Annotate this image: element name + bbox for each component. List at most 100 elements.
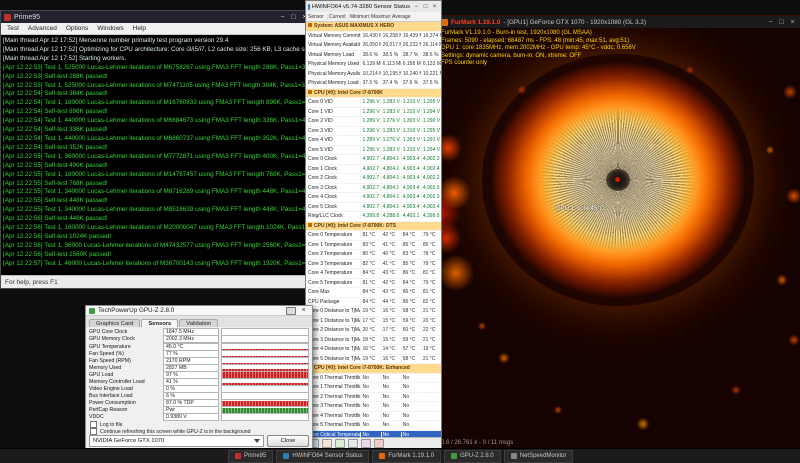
- sensor-row[interactable]: Core 2 Thermal Throttling No No No: [306, 393, 441, 402]
- maximize-icon[interactable]: □: [776, 19, 787, 26]
- minimize-icon[interactable]: −: [412, 4, 421, 10]
- sensor-label: GPU Core Clock: [89, 329, 128, 336]
- menu-item[interactable]: Test: [7, 25, 19, 32]
- sensor-row[interactable]: Core 4 VID 1.289 V 1.276 V 1.303 V 1.291…: [306, 136, 441, 146]
- sensor-row[interactable]: Core 3 Temperature 82 °C 41 °C 85 °C 79 …: [306, 260, 441, 269]
- taskbar-item[interactable]: Prime95: [228, 449, 274, 463]
- sensor-row[interactable]: Core 4 Temperature 84 °C 43 °C 86 °C 81 …: [306, 269, 441, 279]
- sensor-row[interactable]: Core 1 Thermal Throttling No No No: [306, 383, 441, 393]
- close-panel-icon[interactable]: [374, 439, 384, 448]
- background-refresh-checkbox[interactable]: [90, 428, 97, 435]
- menu-item[interactable]: Help: [133, 25, 146, 32]
- sensor-average: 79 °C: [420, 260, 441, 267]
- logging-icon[interactable]: [335, 439, 345, 448]
- sensor-row[interactable]: Core 2 Clock 4,902.7 MHz 4,804.1 MHz 4,9…: [306, 174, 441, 184]
- sensor-row[interactable]: Core 2 Temperature 80 °C 40 °C 83 °C 78 …: [306, 250, 441, 260]
- sensor-row[interactable]: Core 3 Distance to TjMAX 18 °C 15 °C 59 …: [306, 336, 441, 345]
- sensor-name: Core 4 Clock: [308, 194, 337, 201]
- minimize-icon[interactable]: −: [765, 19, 776, 26]
- sensor-row[interactable]: Core 5 Thermal Throttling No No No: [306, 421, 441, 431]
- sensor-row[interactable]: Core 3 Clock 4,902.7 MHz 4,804.1 MHz 4,9…: [306, 184, 441, 193]
- sensor-row[interactable]: Core 0 VID 1.296 V 1.283 V 1.310 V 1.295…: [306, 98, 441, 108]
- taskbar-item[interactable]: GPU-Z 2.8.0: [444, 449, 501, 463]
- menu-item[interactable]: Advanced: [28, 25, 57, 32]
- sensor-row[interactable]: Core 2 VID 1.289 V 1.276 V 1.303 V 1.290…: [306, 117, 441, 127]
- sensor-row[interactable]: Virtual Memory Load 38.6 % 38.5 % 38.7 %…: [306, 51, 441, 60]
- sensor-row[interactable]: Core 1 VID 1.296 V 1.283 V 1.310 V 1.294…: [306, 108, 441, 117]
- sensor-row[interactable]: Core 3 Thermal Throttling No No No: [306, 402, 441, 412]
- column-header[interactable]: Sensor: [306, 13, 327, 20]
- settings-gear-icon[interactable]: [361, 439, 371, 448]
- reset-values-icon[interactable]: [322, 439, 332, 448]
- minimize-icon[interactable]: −: [277, 14, 288, 21]
- sensor-row[interactable]: CPU [#0]: Intel Core i7-8700K: DTS: [306, 221, 441, 231]
- sensor-row[interactable]: Physical Memory Load 37.5 % 37.4 % 37.6 …: [306, 79, 441, 89]
- sensor-row[interactable]: Core 0 Thermal Throttling No No No: [306, 374, 441, 383]
- sensor-row[interactable]: Core 3 VID 1.296 V 1.283 V 1.310 V 1.295…: [306, 127, 441, 136]
- sensor-row[interactable]: CPU [#0]: Intel Core i7-8700K: Enhanced: [306, 364, 441, 374]
- screenshot-camera-icon[interactable]: [286, 306, 296, 315]
- sensor-row[interactable]: Ring/LLC Clock 4,399.8 MHz 4,288.6 MHz 4…: [306, 212, 441, 222]
- sensor-row[interactable]: Core 1 Temperature 83 °C 41 °C 85 °C 80 …: [306, 241, 441, 250]
- column-header[interactable]: Current: [327, 13, 348, 20]
- sensor-row[interactable]: Core 4 Distance to TjMAX 16 °C 14 °C 57 …: [306, 345, 441, 355]
- sensor-row[interactable]: Core 5 Distance to TjMAX 19 °C 16 °C 58 …: [306, 355, 441, 364]
- menu-item[interactable]: Windows: [97, 25, 123, 32]
- furmark-titlebar[interactable]: FurMark 1.19.1.0 - [GPU1] GeForce GTX 10…: [438, 16, 800, 28]
- close-icon[interactable]: ×: [298, 307, 309, 314]
- maximize-icon[interactable]: □: [421, 4, 430, 10]
- prime95-titlebar[interactable]: Prime95 − □ ×: [1, 11, 313, 23]
- column-header[interactable]: Maximum: [369, 13, 390, 20]
- sensor-name: Core 2 Distance to TjMAX: [308, 327, 361, 334]
- log-to-file-checkbox[interactable]: [90, 421, 97, 428]
- sensor-row[interactable]: Physical Memory Available 10,214 MB 10,1…: [306, 70, 441, 79]
- tab[interactable]: Sensors: [141, 318, 179, 327]
- close-icon[interactable]: ×: [430, 4, 439, 10]
- sensor-column-headers[interactable]: SensorCurrentMinimumMaximumAverage: [306, 12, 441, 22]
- sensor-label: Fan Speed (%): [89, 350, 124, 357]
- hwinfo-titlebar[interactable]: HWiNFO64 v5.74-3280 Sensor Status − □ ×: [306, 1, 441, 12]
- gpu-select-dropdown[interactable]: NVIDIA GeForce GTX 1070: [89, 435, 264, 447]
- sensor-row[interactable]: System: ASUS MAXIMUS X HERO: [306, 22, 441, 32]
- sensor-minimum: 15 °C: [380, 336, 401, 343]
- sensor-row[interactable]: CPU Package 84 °C 44 °C 86 °C 82 °C: [306, 298, 441, 307]
- sensor-row[interactable]: Virtual Memory Commited 16,430 MB 16,258…: [306, 32, 441, 41]
- sensor-row[interactable]: CPU [#0]: Intel Core i7-8700K: [306, 88, 441, 98]
- sensor-row[interactable]: Core 1 Distance to TjMAX 17 °C 15 °C 59 …: [306, 317, 441, 326]
- tab[interactable]: Validation: [179, 318, 219, 327]
- sensor-average: 4,902.3 MHz: [420, 194, 441, 201]
- sensor-minimum: 4,804.1 MHz: [380, 156, 401, 163]
- gpuz-titlebar[interactable]: TechPowerUp GPU-Z 2.8.0 ×: [86, 306, 312, 317]
- sensor-row[interactable]: Core 1 Clock 4,902.7 MHz 4,804.1 MHz 4,9…: [306, 165, 441, 174]
- tab[interactable]: Graphics Card: [89, 318, 141, 327]
- taskbar-item[interactable]: HWiNFO64 Sensor Status: [276, 449, 370, 463]
- taskbar-item[interactable]: NetSpeedMonitor: [503, 449, 574, 463]
- sensor-row[interactable]: Core Max 84 °C 43 °C 86 °C 81 °C: [306, 288, 441, 298]
- close-icon[interactable]: ×: [787, 19, 798, 26]
- sensor-name: Core 4 VID: [308, 137, 333, 144]
- layout-icon[interactable]: [348, 439, 358, 448]
- sensor-row[interactable]: Core 0 Temperature 81 °C 42 °C 84 °C 79 …: [306, 231, 441, 241]
- taskbar-item[interactable]: FurMark 1.19.1.0: [372, 449, 442, 463]
- sensor-row[interactable]: Core 4 Thermal Throttling No No No: [306, 412, 441, 421]
- sensor-row[interactable]: Core 5 Temperature 81 °C 42 °C 84 °C 79 …: [306, 279, 441, 288]
- sensor-average: 38.6 %: [420, 51, 441, 58]
- log-line: [Apr 12 22:54] Test 1, 180000 Lucas-Lehm…: [3, 99, 313, 107]
- column-header[interactable]: Minimum: [348, 13, 369, 20]
- menu-item[interactable]: Options: [66, 25, 88, 32]
- sensor-row[interactable]: Physical Memory Used 6,139 MB 6,113 MB 6…: [306, 60, 441, 70]
- sensor-row[interactable]: Virtual Memory Available 26,050 MB 26,01…: [306, 41, 441, 51]
- gpuz-sensor-row[interactable]: VDDC 0.9380 V: [89, 413, 309, 422]
- maximize-icon[interactable]: □: [288, 14, 299, 21]
- sensor-row[interactable]: Core 5 Clock 4,902.7 MHz 4,804.1 MHz 4,9…: [306, 203, 441, 212]
- sensor-minimum: 14 °C: [380, 346, 401, 353]
- prime95-output-area[interactable]: [Main thread Apr 12 17:52] Mersenne numb…: [1, 35, 313, 275]
- sensor-name: Core 5 Thermal Throttling: [308, 422, 361, 429]
- sensor-row[interactable]: Core 0 Clock 4,902.7 MHz 4,804.1 MHz 4,9…: [306, 155, 441, 165]
- sensor-row[interactable]: Core 4 Clock 4,902.7 MHz 4,804.1 MHz 4,9…: [306, 193, 441, 203]
- sensor-row[interactable]: Core 2 Distance to TjMAX 20 °C 17 °C 60 …: [306, 326, 441, 336]
- close-button[interactable]: Close: [267, 435, 309, 447]
- sensor-row[interactable]: Core 5 VID 1.296 V 1.283 V 1.310 V 1.294…: [306, 146, 441, 155]
- sensor-row[interactable]: Core 0 Distance to TjMAX 19 °C 16 °C 58 …: [306, 307, 441, 317]
- column-header[interactable]: Average: [390, 13, 411, 20]
